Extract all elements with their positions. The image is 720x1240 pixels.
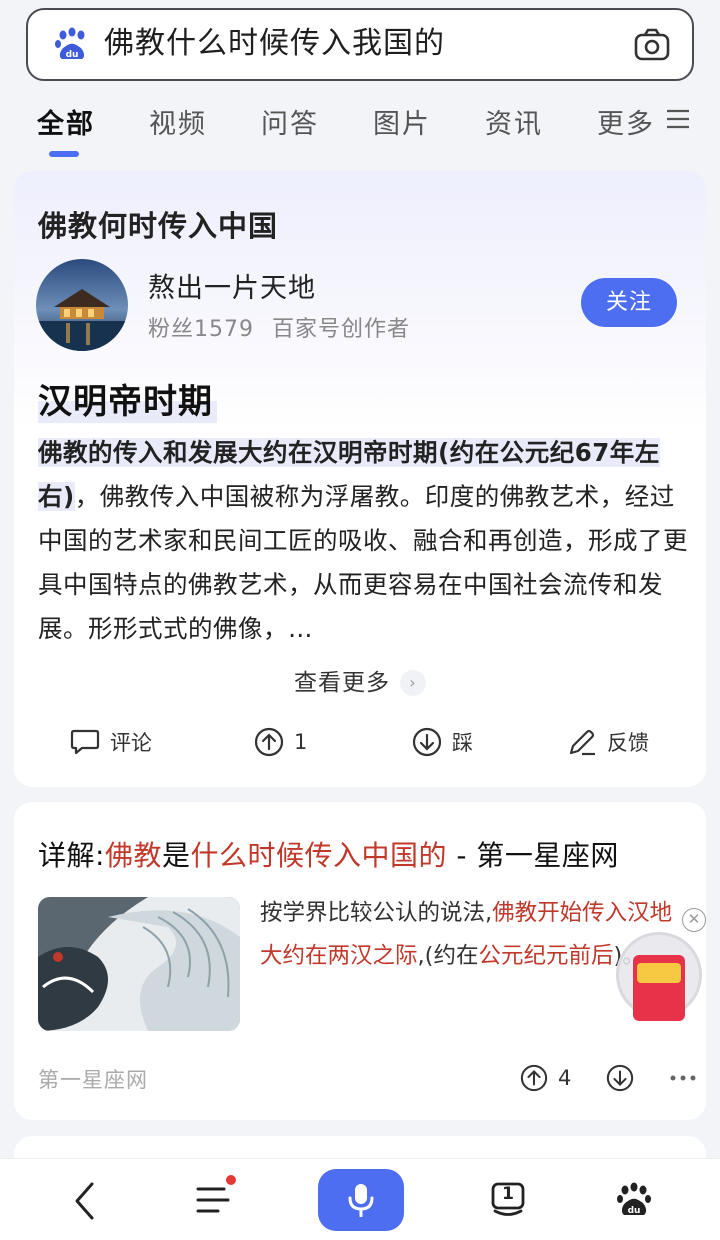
- follow-button[interactable]: 关注: [581, 278, 677, 327]
- result-downvote-button[interactable]: [606, 1060, 644, 1096]
- see-more-link[interactable]: 查看更多 ›: [14, 663, 706, 697]
- tab-bar: 全部 视频 问答 图片 资讯 更多: [0, 96, 720, 160]
- tab-qa[interactable]: 问答: [261, 102, 319, 141]
- see-more-label: 查看更多: [294, 670, 390, 696]
- downvote-icon: [412, 727, 442, 757]
- feedback-button[interactable]: 反馈: [567, 724, 649, 760]
- tab-more[interactable]: 更多: [597, 102, 655, 141]
- upvote-icon: [520, 1064, 548, 1092]
- notification-dot: [226, 1175, 236, 1185]
- snippet-segment: 按学界比较公认的说法,: [260, 900, 493, 926]
- comment-label: 评论: [110, 731, 152, 755]
- upvote-button[interactable]: 1: [254, 724, 307, 760]
- upvote-icon: [254, 727, 284, 757]
- downvote-icon: [606, 1064, 634, 1092]
- answer-heading: 汉明帝时期: [38, 374, 217, 423]
- tab-video[interactable]: 视频: [149, 102, 207, 141]
- baidu-home-icon[interactable]: du: [616, 1181, 652, 1219]
- title-segment: - 第一星座网: [446, 839, 619, 872]
- chevron-right-icon: ›: [400, 670, 426, 696]
- tab-count: 1: [502, 1184, 514, 1204]
- author-meta: 粉丝1579 百家号创作者: [148, 311, 410, 343]
- title-keyword: 什么时候传入中国的: [190, 839, 447, 872]
- answer-card[interactable]: 佛教何时传入中国 熬出一片天地 粉丝1579 百家号创作者 关注 汉明帝时期 佛…: [14, 171, 706, 787]
- voice-search-button[interactable]: [318, 1169, 404, 1231]
- tab-all[interactable]: 全部: [37, 102, 95, 141]
- downvote-button[interactable]: 踩: [412, 724, 473, 760]
- search-bar[interactable]: du 佛教什么时候传入我国的: [26, 8, 694, 81]
- tab-news[interactable]: 资讯: [485, 102, 543, 141]
- snippet-keyword: 公元纪元前后: [478, 943, 614, 969]
- result-title[interactable]: 详解:佛教是什么时候传入中国的 - 第一星座网: [38, 834, 619, 874]
- title-keyword: 佛教: [104, 839, 162, 872]
- baidu-paw-icon: du: [55, 27, 85, 60]
- answer-body: 佛教的传入和发展大约在汉明帝时期(约在公元纪67年左右)，佛教传入中国被称为浮屠…: [38, 431, 688, 651]
- author-name[interactable]: 熬出一片天地: [148, 266, 316, 305]
- result-upvote-count: 4: [558, 1066, 572, 1090]
- search-input[interactable]: 佛教什么时候传入我国的: [104, 24, 445, 64]
- feedback-label: 反馈: [607, 731, 649, 755]
- upvote-count: 1: [294, 730, 308, 754]
- back-icon[interactable]: [72, 1181, 98, 1221]
- result-upvote-button[interactable]: 4: [520, 1060, 571, 1096]
- answer-text: ，佛教传入中国被称为浮屠教。印度的佛教艺术，经过中国的艺术家和民间工匠的吸收、融…: [38, 482, 688, 643]
- tab-images[interactable]: 图片: [373, 102, 431, 141]
- camera-icon[interactable]: [634, 28, 670, 62]
- title-segment: 详解:: [38, 839, 105, 872]
- card-actions: 评论 1 踩 反馈: [14, 724, 706, 764]
- floating-ad[interactable]: [616, 932, 702, 1021]
- microphone-icon: [348, 1184, 374, 1217]
- result-card[interactable]: 详解:佛教是什么时候传入中国的 - 第一星座网 按学界比较公认的说法,佛教开始传…: [14, 802, 706, 1120]
- title-segment: 是: [161, 839, 191, 872]
- result-actions: 4: [504, 1060, 704, 1094]
- author-role: 百家号创作者: [272, 317, 411, 342]
- menu-icon[interactable]: [666, 108, 690, 130]
- avatar-image: [36, 259, 128, 351]
- result-source[interactable]: 第一星座网: [38, 1064, 148, 1094]
- pencil-icon: [569, 729, 595, 756]
- svg-text:du: du: [66, 50, 79, 60]
- bottom-nav: 1 du: [0, 1158, 720, 1240]
- ad-mascot-eyes: [637, 963, 681, 983]
- tabs-window-button[interactable]: 1: [490, 1181, 526, 1219]
- close-ad-icon[interactable]: ✕: [682, 908, 706, 932]
- snippet-segment: ,(约在: [417, 943, 479, 969]
- tab-active-indicator: [49, 151, 79, 157]
- avatar[interactable]: [36, 259, 128, 351]
- card-title[interactable]: 佛教何时传入中国: [38, 203, 278, 245]
- fan-count: 粉丝1579: [148, 317, 254, 342]
- crane-illustration: [38, 897, 240, 1031]
- comment-button[interactable]: 评论: [70, 724, 152, 760]
- result-thumbnail[interactable]: [38, 897, 240, 1031]
- list-menu-icon[interactable]: [196, 1185, 230, 1215]
- more-options-button[interactable]: [670, 1060, 706, 1096]
- svg-text:du: du: [628, 1206, 641, 1216]
- ellipsis-icon: [670, 1075, 696, 1081]
- downvote-label: 踩: [452, 731, 473, 755]
- comment-icon: [70, 729, 100, 755]
